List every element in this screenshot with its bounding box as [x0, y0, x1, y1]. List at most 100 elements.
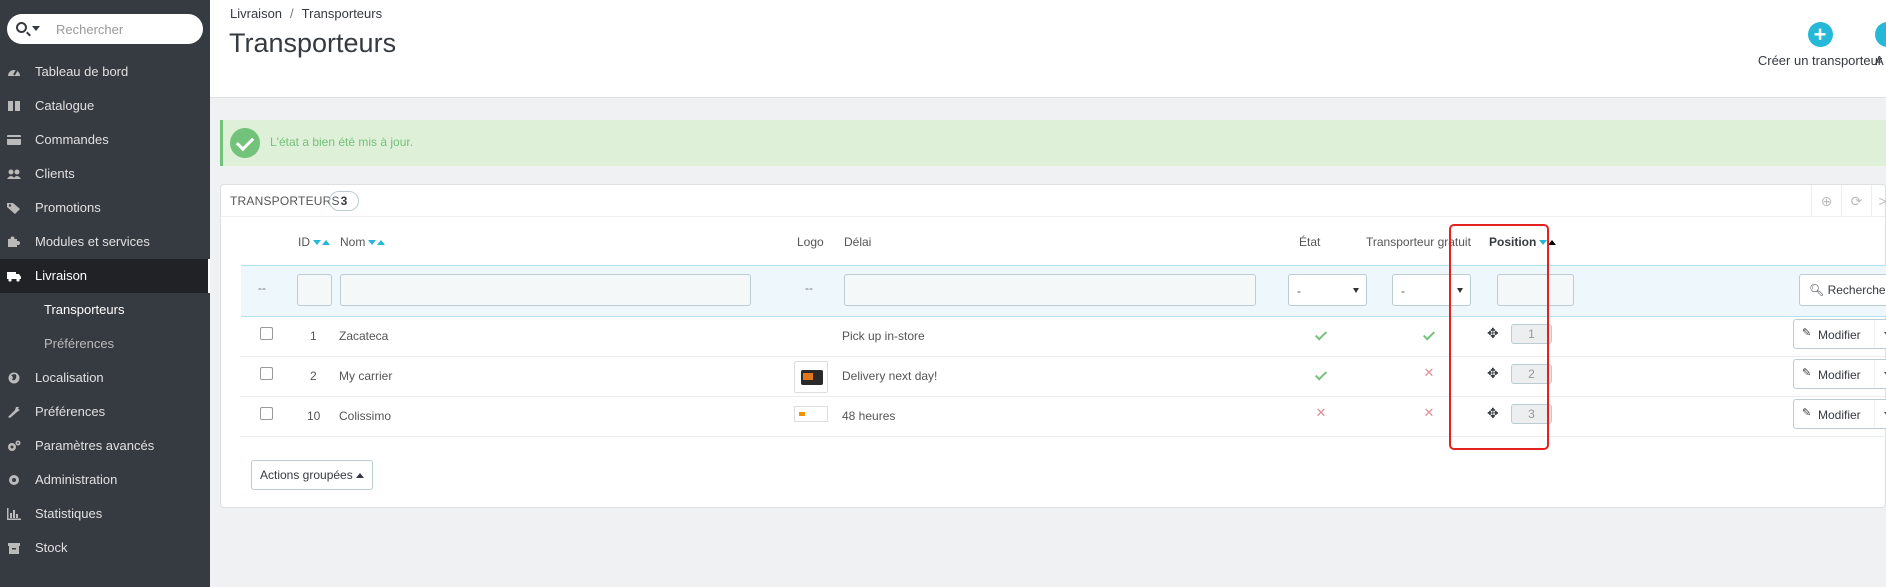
- main-content: Livraison / Transporteurs Transporteurs + …: [210, 0, 1886, 587]
- column-header-name[interactable]: Nom: [340, 235, 386, 249]
- sidebar-subitem-carriers[interactable]: Transporteurs: [0, 293, 210, 327]
- sidebar-item-stats[interactable]: Statistiques: [0, 497, 210, 531]
- sidebar-item-stock[interactable]: Stock: [0, 531, 210, 565]
- row-id: 10: [307, 409, 321, 423]
- sidebar-item-administration[interactable]: Administration: [0, 463, 210, 497]
- sidebar-item-advanced[interactable]: Paramètres avancés: [0, 429, 210, 463]
- sidebar-item-label: Catalogue: [35, 98, 95, 113]
- sidebar-item-label: Paramètres avancés: [35, 438, 155, 453]
- sidebar-item-label: Promotions: [35, 200, 101, 215]
- status-enabled-icon[interactable]: [1314, 368, 1328, 381]
- table-row[interactable]: 2 My carrier Delivery next day! ✕ ✥ 2 ✎ M…: [241, 357, 1886, 397]
- modify-button[interactable]: ✎ Modifier: [1793, 399, 1886, 429]
- truck-icon: [7, 270, 21, 282]
- filter-placeholder: --: [258, 281, 266, 295]
- row-delay: 48 heures: [842, 409, 896, 423]
- row-delay: Pick up in-store: [842, 329, 925, 343]
- sidebar-item-label: Commandes: [35, 132, 109, 147]
- row-name: My carrier: [339, 369, 393, 383]
- row-id: 2: [310, 369, 317, 383]
- sidebar-item-localization[interactable]: Localisation: [0, 361, 210, 395]
- extra-toolbar-label: A: [1875, 53, 1884, 68]
- free-no-icon[interactable]: ✕: [1423, 366, 1435, 379]
- breadcrumb-item[interactable]: Livraison: [230, 6, 282, 21]
- sort-desc-icon: [1539, 240, 1548, 246]
- table-row[interactable]: 1 Zacateca Pick up in-store ✥ 1 ✎ Modifie…: [241, 317, 1886, 357]
- drag-handle-icon[interactable]: ✥: [1487, 366, 1501, 380]
- chevron-down-icon: [1457, 288, 1463, 293]
- sort-desc-icon: [368, 240, 377, 246]
- panel-toolbar: ⊕ ⟳ >_: [1811, 185, 1886, 217]
- sidebar-item-label: Administration: [35, 472, 118, 487]
- sidebar-item-catalogue[interactable]: Catalogue: [0, 89, 210, 123]
- row-delay: Delivery next day!: [842, 369, 938, 383]
- modify-button[interactable]: ✎ Modifier: [1793, 359, 1886, 389]
- sidebar-item-shipping[interactable]: Livraison: [0, 259, 210, 293]
- row-checkbox[interactable]: [260, 327, 273, 340]
- free-no-icon[interactable]: ✕: [1423, 406, 1435, 419]
- bulk-actions-button[interactable]: Actions groupées: [251, 460, 373, 490]
- filter-search-button[interactable]: 🔍︎ Rechercher: [1799, 274, 1886, 306]
- terminal-icon[interactable]: >_: [1871, 185, 1886, 217]
- archive-icon: [7, 542, 21, 554]
- column-header-position[interactable]: Position: [1489, 235, 1557, 249]
- sidebar-item-label: Préférences: [35, 404, 106, 419]
- modify-button[interactable]: ✎ Modifier: [1793, 319, 1886, 349]
- filter-id-input[interactable]: [297, 274, 332, 306]
- column-header-status: État: [1299, 235, 1321, 249]
- filter-position-input[interactable]: [1497, 274, 1574, 306]
- filter-free-select[interactable]: -: [1392, 274, 1471, 306]
- extra-toolbar-button[interactable]: A: [1875, 22, 1886, 68]
- filter-status-select[interactable]: -: [1288, 274, 1367, 306]
- add-icon[interactable]: ⊕: [1811, 185, 1841, 217]
- sidebar-item-label: Statistiques: [35, 506, 103, 521]
- status-disabled-icon[interactable]: ✕: [1315, 406, 1327, 419]
- book-icon: [7, 100, 21, 112]
- free-yes-icon[interactable]: [1422, 328, 1436, 341]
- filter-delay-input[interactable]: [844, 274, 1256, 306]
- dashboard-icon: [7, 66, 21, 78]
- carrier-logo: [794, 361, 828, 393]
- status-enabled-icon[interactable]: [1314, 328, 1328, 341]
- sidebar-item-orders[interactable]: Commandes: [0, 123, 210, 157]
- row-id: 1: [310, 329, 317, 343]
- globe-icon: [7, 372, 21, 384]
- sidebar-item-clients[interactable]: Clients: [0, 157, 210, 191]
- search-icon[interactable]: [16, 20, 46, 38]
- create-carrier-label: Créer un transporteur: [1757, 53, 1883, 68]
- breadcrumb-item[interactable]: Transporteurs: [302, 6, 382, 21]
- sidebar-item-label: Modules et services: [35, 234, 150, 249]
- filter-row: -- -- - - 🔍︎ Rechercher: [241, 265, 1886, 317]
- refresh-icon[interactable]: ⟳: [1841, 185, 1871, 217]
- pencil-icon: ✎: [1802, 367, 1812, 379]
- sidebar-item-dashboard[interactable]: Tableau de bord: [0, 55, 210, 89]
- search-icon: 🔍︎: [1809, 283, 1825, 297]
- row-checkbox[interactable]: [260, 367, 273, 380]
- cogs-icon: [7, 440, 21, 452]
- carriers-panel: TRANSPORTEURS 3 ⊕ ⟳ >_ ID Nom Logo Délai…: [220, 184, 1886, 508]
- carrier-logo: [794, 406, 828, 422]
- sidebar-item-promotions[interactable]: Promotions: [0, 191, 210, 225]
- panel-title: TRANSPORTEURS: [230, 194, 340, 208]
- circle-icon: [1875, 22, 1886, 47]
- column-header-free: Transporteur gratuit: [1366, 235, 1471, 249]
- sort-asc-icon: [377, 240, 386, 246]
- page-header: Livraison / Transporteurs Transporteurs + …: [210, 0, 1886, 98]
- filter-name-input[interactable]: [340, 274, 751, 306]
- sidebar-subitem-preferences[interactable]: Préférences: [0, 327, 210, 361]
- cog-icon: [7, 474, 21, 486]
- drag-handle-icon[interactable]: ✥: [1487, 326, 1501, 340]
- search-input[interactable]: [56, 20, 196, 38]
- column-header-id[interactable]: ID: [298, 235, 330, 249]
- row-checkbox[interactable]: [260, 407, 273, 420]
- sort-asc-icon: [322, 240, 330, 246]
- drag-handle-icon[interactable]: ✥: [1487, 406, 1501, 420]
- search-box[interactable]: [7, 14, 203, 44]
- create-carrier-button[interactable]: + Créer un transporteur: [1735, 22, 1886, 68]
- sidebar-item-preferences[interactable]: Préférences: [0, 395, 210, 429]
- sidebar-item-label: Clients: [35, 166, 75, 181]
- check-circle-icon: [230, 128, 260, 158]
- sidebar-item-modules[interactable]: Modules et services: [0, 225, 210, 259]
- sidebar-subitem-label: Transporteurs: [44, 302, 125, 317]
- table-row[interactable]: 10 Colissimo 48 heures ✕ ✕ ✥ 3 ✎ Modifier: [241, 397, 1886, 437]
